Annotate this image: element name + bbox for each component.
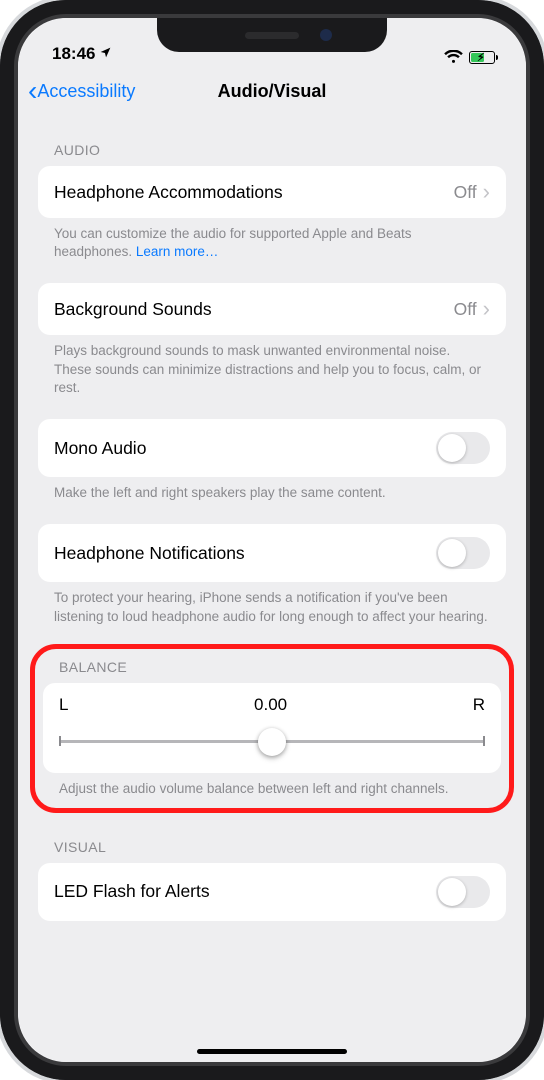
- section-header-visual: VISUAL: [38, 813, 506, 863]
- balance-left-label: L: [59, 695, 68, 715]
- balance-value: 0.00: [254, 695, 287, 715]
- status-time: 18:46: [52, 44, 95, 64]
- chevron-right-icon: ›: [483, 179, 490, 205]
- row-label: Headphone Accommodations: [54, 182, 283, 203]
- chevron-right-icon: ›: [483, 296, 490, 322]
- screen: 18:46 ⚡︎ ‹ Accessibility Audio/Visual: [18, 18, 526, 1062]
- footer-headphone-accommodations: You can customize the audio for supporte…: [38, 218, 506, 261]
- footer-background-sounds: Plays background sounds to mask unwanted…: [38, 335, 506, 397]
- row-headphone-accommodations[interactable]: Headphone Accommodations Off ›: [38, 166, 506, 218]
- headphone-notifications-toggle[interactable]: [436, 537, 490, 569]
- row-mono-audio: Mono Audio: [38, 419, 506, 477]
- footer-headphone-notifications: To protect your hearing, iPhone sends a …: [38, 582, 506, 625]
- battery-icon: ⚡︎: [469, 51, 498, 64]
- footer-mono-audio: Make the left and right speakers play th…: [38, 477, 506, 502]
- balance-card: L 0.00 R: [43, 683, 501, 773]
- balance-highlight: BALANCE L 0.00 R Adjust the audio volume…: [30, 644, 514, 813]
- content-scroll[interactable]: AUDIO Headphone Accommodations Off › You…: [18, 116, 526, 1062]
- row-led-flash: LED Flash for Alerts: [38, 863, 506, 921]
- row-value: Off: [454, 182, 477, 203]
- row-value: Off: [454, 299, 477, 320]
- back-button[interactable]: ‹ Accessibility: [28, 77, 135, 105]
- footer-balance: Adjust the audio volume balance between …: [43, 773, 501, 798]
- row-background-sounds[interactable]: Background Sounds Off ›: [38, 283, 506, 335]
- notch: [157, 18, 387, 52]
- wifi-icon: [444, 50, 463, 64]
- row-label: LED Flash for Alerts: [54, 881, 210, 902]
- section-header-balance: BALANCE: [43, 649, 501, 683]
- learn-more-link[interactable]: Learn more…: [136, 244, 219, 259]
- row-headphone-notifications: Headphone Notifications: [38, 524, 506, 582]
- row-label: Headphone Notifications: [54, 543, 245, 564]
- slider-thumb[interactable]: [258, 728, 286, 756]
- home-indicator[interactable]: [197, 1049, 347, 1054]
- balance-right-label: R: [473, 695, 485, 715]
- chevron-left-icon: ‹: [28, 77, 37, 105]
- mono-audio-toggle[interactable]: [436, 432, 490, 464]
- location-icon: [99, 44, 112, 64]
- section-header-audio: AUDIO: [38, 116, 506, 166]
- balance-slider[interactable]: [59, 729, 485, 755]
- back-label: Accessibility: [37, 81, 135, 102]
- page-title: Audio/Visual: [218, 81, 327, 102]
- navigation-bar: ‹ Accessibility Audio/Visual: [18, 66, 526, 116]
- led-flash-toggle[interactable]: [436, 876, 490, 908]
- iphone-frame: 18:46 ⚡︎ ‹ Accessibility Audio/Visual: [0, 0, 544, 1080]
- row-label: Background Sounds: [54, 299, 212, 320]
- row-label: Mono Audio: [54, 438, 146, 459]
